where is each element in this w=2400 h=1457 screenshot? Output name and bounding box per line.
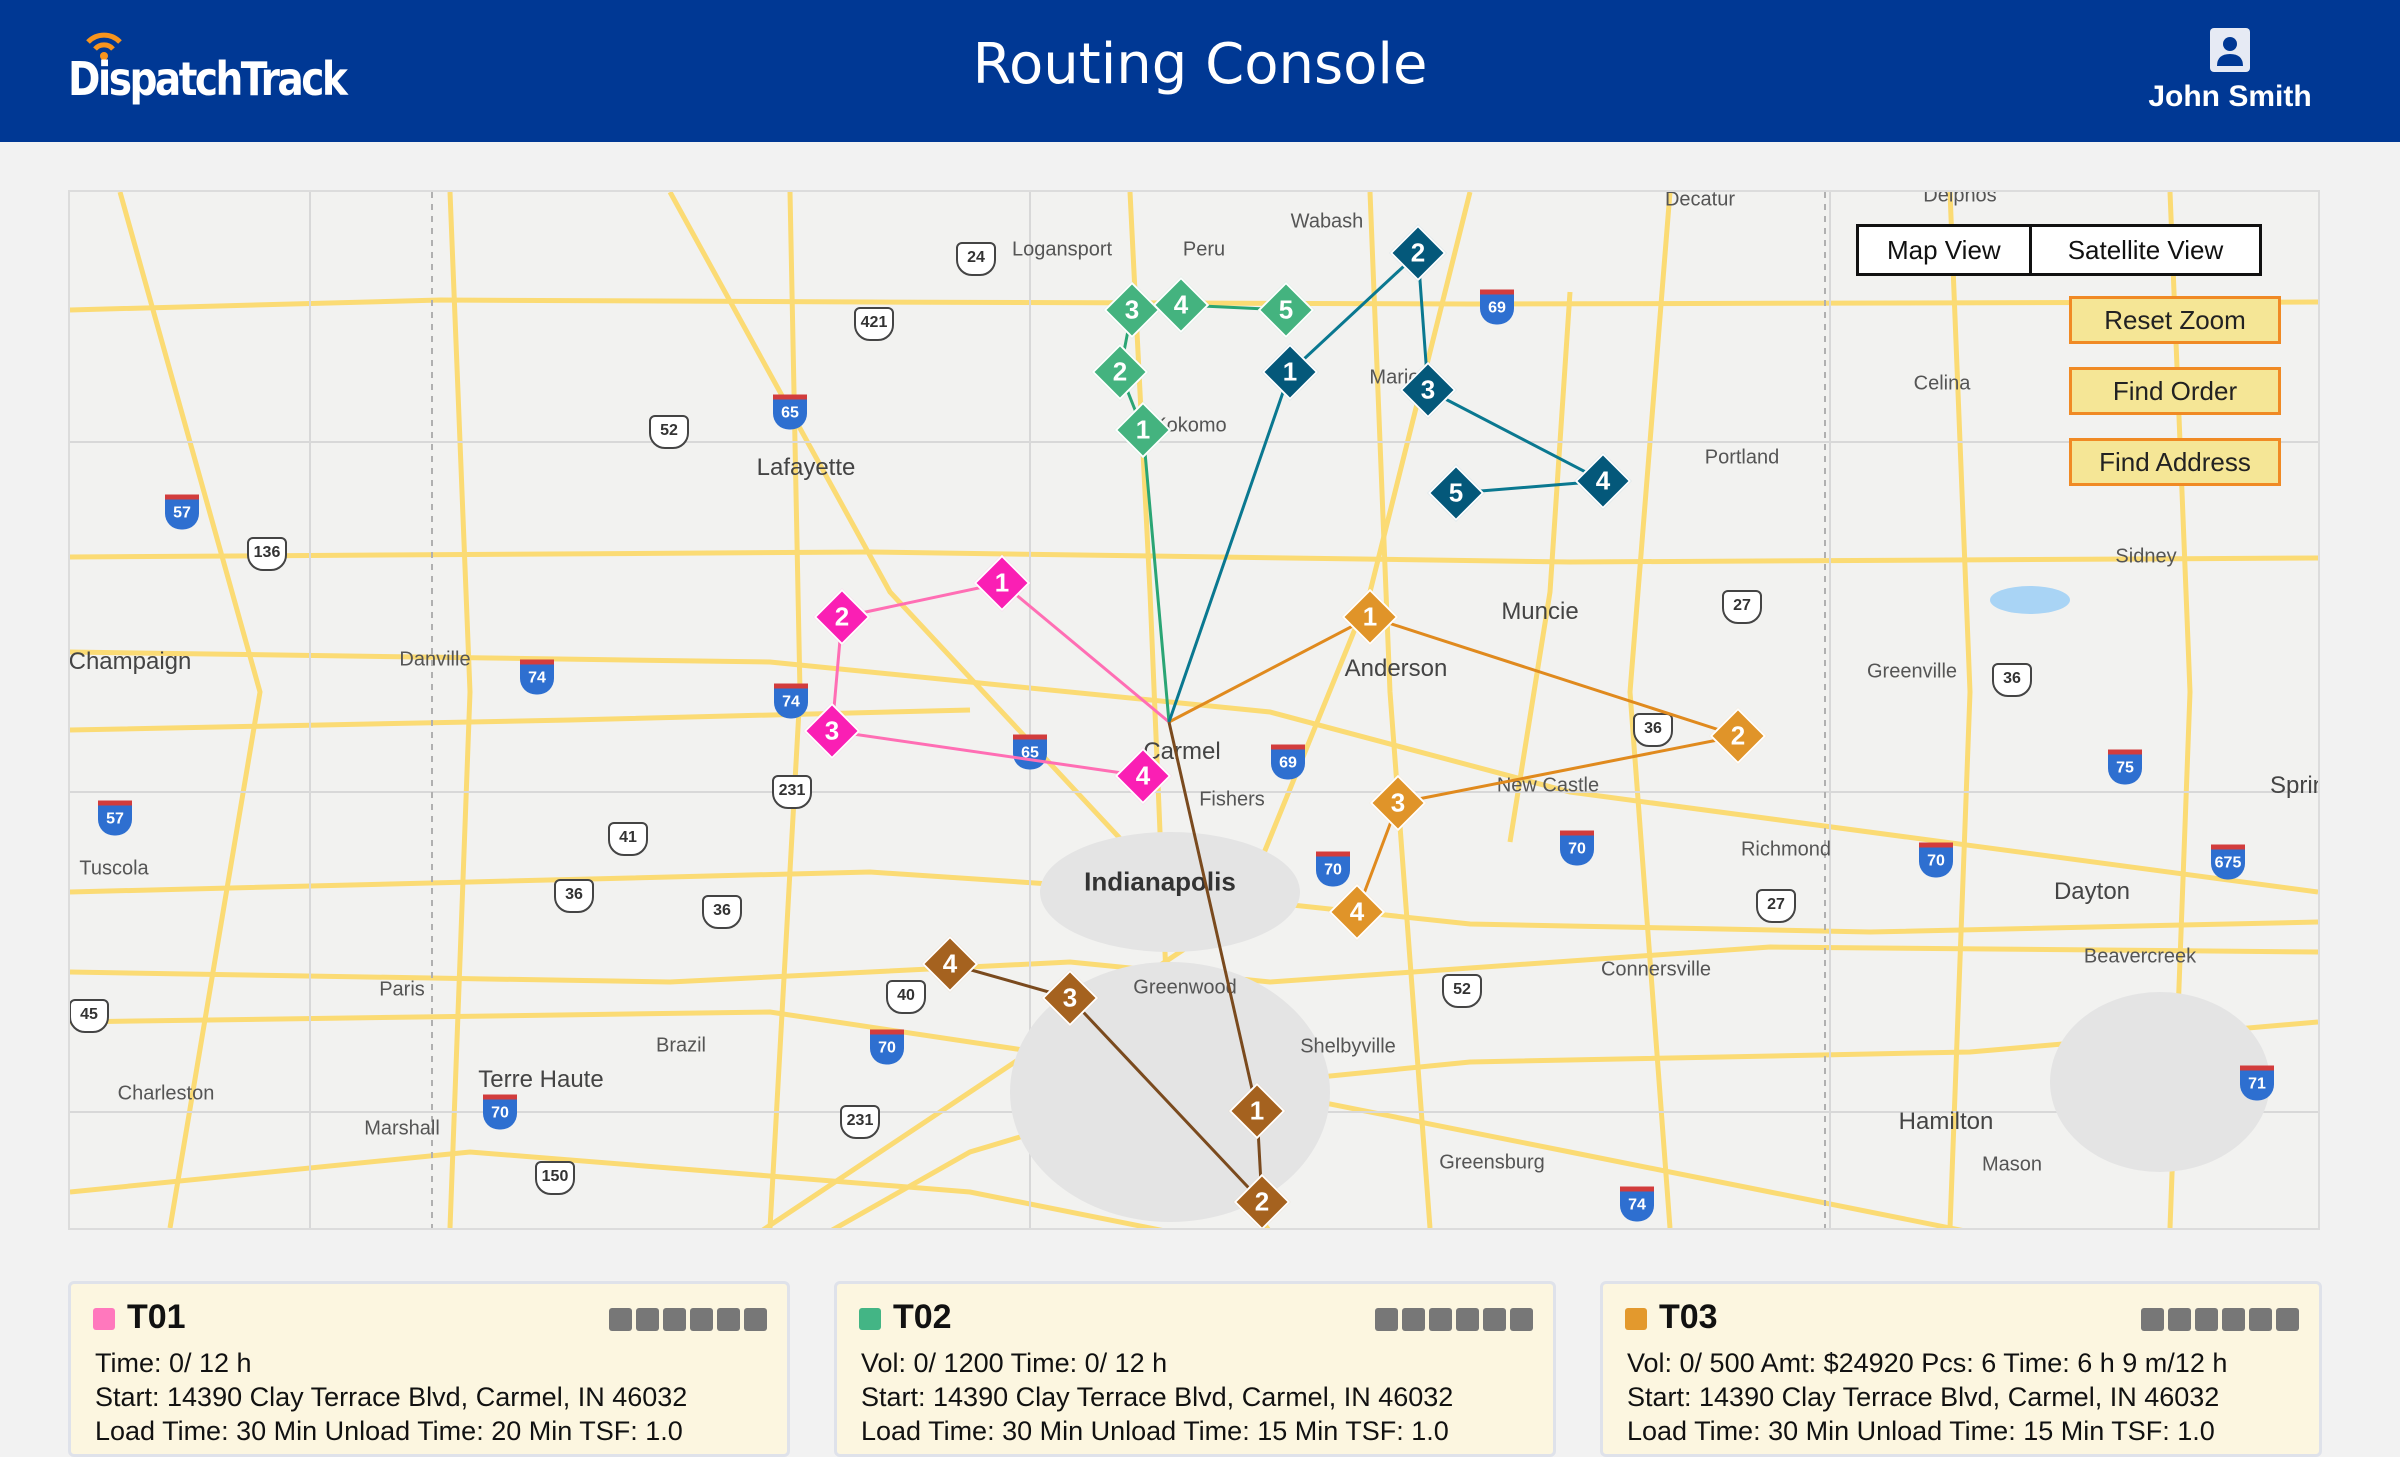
app-header: DispatchTrack Routing Console John Smith — [0, 0, 2400, 142]
truck-color-swatch — [93, 1308, 115, 1330]
truck-load-times: Load Time: 30 Min Unload Time: 15 Min TS… — [1627, 1416, 2215, 1446]
truck-start-address: Start: 14390 Clay Terrace Blvd, Carmel, … — [861, 1382, 1454, 1412]
route-line-t03 — [1168, 615, 1744, 913]
page-title: Routing Console — [972, 32, 1428, 97]
find-address-button[interactable]: Find Address — [2069, 438, 2281, 486]
satellite-view-button[interactable]: Satellite View — [2028, 227, 2260, 273]
truck-load-times: Load Time: 30 Min Unload Time: 20 Min TS… — [95, 1416, 683, 1446]
find-order-button[interactable]: Find Order — [2069, 367, 2281, 415]
truck-stats: Vol: 0/ 1200 Time: 0/ 12 h — [861, 1348, 1168, 1378]
truck-status-indicators — [1375, 1308, 1533, 1331]
truck-id: T03 — [1659, 1298, 1718, 1336]
truck-color-swatch — [859, 1308, 881, 1330]
route-line-t05 — [949, 721, 1264, 1207]
truck-status-indicators — [2141, 1308, 2299, 1331]
user-name: John Smith — [2148, 80, 2312, 113]
truck-stats: Time: 0/ 12 h — [95, 1348, 252, 1378]
truck-start-address: Start: 14390 Clay Terrace Blvd, Carmel, … — [95, 1382, 688, 1412]
route-line-t04 — [1167, 249, 1609, 723]
user-menu[interactable]: John Smith — [2130, 28, 2330, 114]
truck-id: T01 — [127, 1298, 186, 1336]
truck-stats: Vol: 0/ 500 Amt: $24920 Pcs: 6 Time: 6 h… — [1627, 1348, 2228, 1378]
route-line-t02 — [1118, 303, 1287, 723]
truck-color-swatch — [1625, 1308, 1647, 1330]
truck-id: T02 — [893, 1298, 952, 1336]
route-lines — [830, 249, 1744, 1207]
reset-zoom-button[interactable]: Reset Zoom — [2069, 296, 2281, 344]
truck-status-indicators — [609, 1308, 767, 1331]
map-view-button[interactable]: Map View — [1859, 227, 2029, 273]
map-view-toggle: Map View Satellite View — [1856, 224, 2263, 276]
route-line-t01 — [830, 581, 1170, 778]
truck-load-times: Load Time: 30 Min Unload Time: 15 Min TS… — [861, 1416, 1449, 1446]
truck-start-address: Start: 14390 Clay Terrace Blvd, Carmel, … — [1627, 1382, 2220, 1412]
user-avatar-icon — [2210, 28, 2250, 72]
route-map[interactable]: Decatur Delphos Logansport Peru Wabash Lafaye… — [68, 190, 2320, 1230]
